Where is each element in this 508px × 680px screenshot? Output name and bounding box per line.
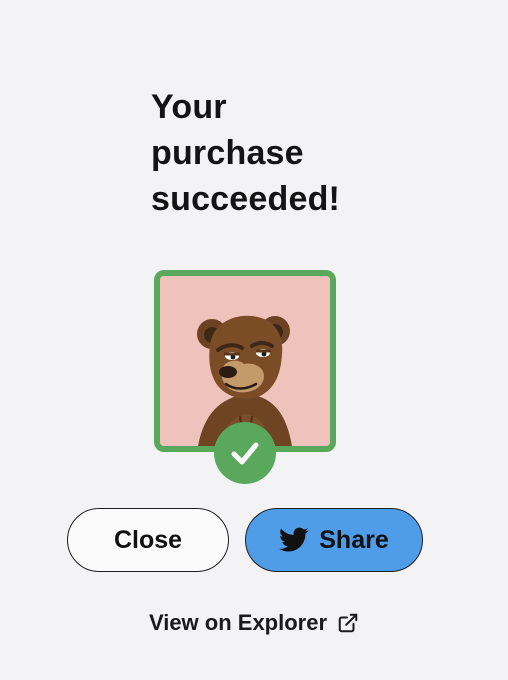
bear-nft-icon (160, 276, 330, 446)
view-on-explorer-link[interactable]: View on Explorer (0, 606, 508, 640)
twitter-icon (279, 527, 309, 552)
title-line-2: purchase (151, 134, 304, 172)
explorer-link-label: View on Explorer (148, 610, 328, 635)
success-badge (214, 422, 276, 484)
share-button[interactable]: Share (245, 508, 423, 572)
external-link-icon (338, 613, 358, 633)
title-line-1: Your (151, 88, 227, 126)
close-button-label: Close (113, 525, 183, 554)
title-line-3: succeeded! (151, 180, 341, 218)
share-button-label: Share (319, 525, 389, 554)
page-title: Your purchase succeeded! (151, 84, 340, 222)
check-icon (231, 442, 259, 465)
close-button[interactable]: Close (67, 508, 229, 572)
